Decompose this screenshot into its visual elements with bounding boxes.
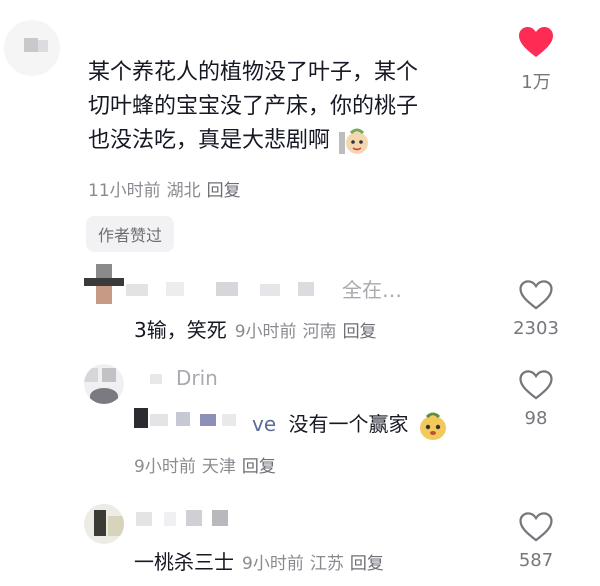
main-comment-line: 某个养花人的植物没了叶子，某个: [88, 60, 419, 85]
comment-location: 湖北: [166, 181, 201, 201]
reply-time: 9小时前: [234, 322, 297, 342]
like-count: 2303: [513, 318, 559, 339]
reply-like[interactable]: 587: [506, 512, 566, 571]
reply-button[interactable]: 回复: [350, 554, 384, 574]
reply-location: 江苏: [309, 554, 344, 574]
main-comment-text: 某个养花人的植物没了叶子，某个 切叶蜂的宝宝没了产床，你的桃子 也没法吃，真是大…: [88, 56, 418, 158]
reply-text: 没有一个赢家: [288, 412, 409, 436]
reply-avatar[interactable]: [84, 504, 124, 544]
reply-button[interactable]: 回复: [242, 457, 276, 477]
reply-avatar[interactable]: [84, 364, 124, 404]
like-count: 1万: [521, 72, 551, 93]
reply-text: 一桃杀三士: [134, 550, 234, 574]
blurred-username: [132, 508, 252, 528]
reply-text: 3输，笑死: [134, 318, 227, 342]
reply-content: 一桃杀三士 9小时前 江苏 回复: [134, 546, 384, 575]
main-comment-meta: 11小时前 湖北 回复: [88, 176, 241, 201]
reply-username-fragment[interactable]: Drin: [176, 366, 218, 390]
comment-time: 11小时前: [88, 181, 161, 201]
reply-avatar[interactable]: [84, 264, 124, 304]
blurred-username: [126, 280, 326, 298]
reply-time: 9小时前: [242, 554, 304, 574]
blurred-reply-to-username: [134, 406, 250, 430]
heart-outline-icon[interactable]: [519, 370, 553, 400]
emoji-sticker-icon: [417, 411, 449, 441]
like-count: 98: [524, 408, 548, 429]
like-count: 587: [518, 550, 554, 571]
reply-time: 9小时前: [134, 457, 196, 477]
heart-outline-icon[interactable]: [519, 280, 553, 310]
heart-filled-icon[interactable]: [518, 26, 554, 58]
main-comment-line: 切叶蜂的宝宝没了产床，你的桃子: [88, 94, 419, 119]
heart-outline-icon[interactable]: [519, 512, 553, 542]
main-comment-avatar[interactable]: [4, 20, 60, 76]
reply-meta: 9小时前 河南 回复: [235, 322, 377, 342]
reply-meta: 9小时前 天津 回复: [134, 452, 276, 477]
reply-button[interactable]: 回复: [207, 181, 241, 201]
reply-to-fragment[interactable]: ve: [252, 412, 276, 436]
emoji-sticker-icon: [337, 126, 371, 156]
main-comment-line-text: 也没法吃，真是大悲剧啊: [88, 128, 331, 153]
reply-location: 河南: [302, 322, 337, 342]
reply-username-fragment[interactable]: 全在…: [342, 274, 402, 303]
main-comment-like[interactable]: 1万: [506, 26, 566, 94]
reply-button[interactable]: 回复: [343, 322, 377, 342]
reply-like[interactable]: 2303: [506, 280, 566, 339]
main-comment-line: 也没法吃，真是大悲剧啊: [88, 124, 418, 158]
reply-location: 天津: [201, 457, 236, 477]
reply-like[interactable]: 98: [506, 370, 566, 429]
reply-meta: 9小时前 江苏 回复: [242, 554, 384, 574]
reply-content: 3输，笑死 9小时前 河南 回复: [134, 314, 377, 343]
reply-content: ve 没有一个赢家: [252, 408, 449, 441]
author-liked-badge: 作者赞过: [86, 216, 175, 252]
